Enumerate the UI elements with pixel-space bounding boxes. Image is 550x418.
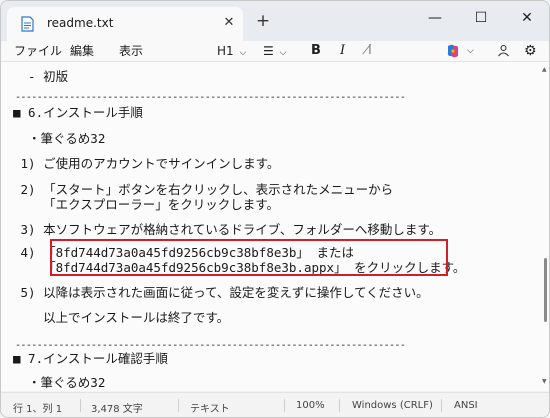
bold-button[interactable]: B <box>311 41 321 61</box>
scroll-down-icon[interactable]: ▼ <box>542 378 547 385</box>
notepad-window: readme.txt ✕ + — ☐ ✕ ファイル 編集 表示 H1 ⌵ ☰ ⌵… <box>0 0 550 418</box>
menu-bar: ファイル 編集 表示 H1 ⌵ ☰ ⌵ B I I̸ ⌵ ⚙ <box>1 41 549 61</box>
heading-label: H1 <box>217 44 234 58</box>
menu-view[interactable]: 表示 <box>119 42 143 59</box>
tab-title: readme.txt <box>47 16 114 30</box>
vertical-scrollbar[interactable]: ▲ ▼ <box>542 66 548 388</box>
heading-button[interactable]: H1 ⌵ <box>217 41 246 61</box>
encoding: ANSI <box>454 400 478 411</box>
divider <box>178 399 179 412</box>
account-icon[interactable] <box>497 44 510 57</box>
text-line: 「エクスプローラー」をクリックします。 <box>13 197 279 212</box>
scroll-up-icon[interactable]: ▲ <box>542 66 547 73</box>
text-line: 1) ご使用のアカウントでサインインします。 <box>13 156 280 171</box>
text-line: 3) 本ソフトウェアが格納されているドライブ、フォルダーへ移動します。 <box>13 222 442 237</box>
text-line: - 初版 <box>13 69 69 84</box>
tab-readme[interactable]: readme.txt ✕ <box>7 7 243 41</box>
text-line: ・筆ぐるめ32 <box>13 375 106 390</box>
clear-formatting-button[interactable]: I̸ <box>368 41 372 61</box>
character-count: 3,478 文字 <box>91 404 143 415</box>
menu-file[interactable]: ファイル <box>14 42 62 59</box>
text-line: 5) 以降は表示された画面に従って、設定を変えずに操作してください。 <box>13 285 429 300</box>
menu-edit[interactable]: 編集 <box>70 42 94 59</box>
text-line: 以上でインストールは終了です。 <box>13 310 230 325</box>
chevron-down-icon[interactable]: ⌵ <box>467 41 474 61</box>
divider <box>284 399 285 412</box>
italic-button[interactable]: I <box>340 41 345 61</box>
chevron-down-icon: ⌵ <box>239 48 247 58</box>
text-line: ■ 7.インストール確認手順 <box>13 351 168 366</box>
scrollbar-thumb[interactable] <box>544 258 547 322</box>
maximize-button[interactable]: ☐ <box>458 1 504 35</box>
copilot-icon[interactable] <box>445 43 461 59</box>
document-icon <box>21 16 34 32</box>
settings-icon[interactable]: ⚙ <box>524 41 537 61</box>
list-icon: ☰ <box>263 44 274 58</box>
chevron-down-icon: ⌵ <box>279 48 287 58</box>
highlight-box <box>50 239 448 276</box>
text-format[interactable]: テキスト <box>190 400 230 415</box>
minimize-button[interactable]: — <box>412 1 458 35</box>
list-button[interactable]: ☰ ⌵ <box>263 41 286 61</box>
text-line: ・筆ぐるめ32 <box>13 131 106 146</box>
new-tab-button[interactable]: + <box>253 11 273 31</box>
divider <box>339 399 340 412</box>
close-button[interactable]: ✕ <box>504 1 549 35</box>
text-editor[interactable]: - 初版 ------------------------------------… <box>1 61 549 391</box>
title-bar: readme.txt ✕ + — ☐ ✕ <box>1 1 549 41</box>
cursor-position: 行 1、列 1 <box>13 404 63 415</box>
divider <box>441 399 442 412</box>
tab-close-icon[interactable]: ✕ <box>219 13 239 33</box>
zoom-level: 100% <box>296 400 325 411</box>
divider <box>80 399 81 412</box>
text-line: ■ 6.インストール手順 <box>13 105 143 120</box>
status-bar: 行 1、列 1 3,478 文字 テキスト 100% Windows (CRLF… <box>1 392 549 417</box>
line-ending: Windows (CRLF) <box>352 400 433 411</box>
